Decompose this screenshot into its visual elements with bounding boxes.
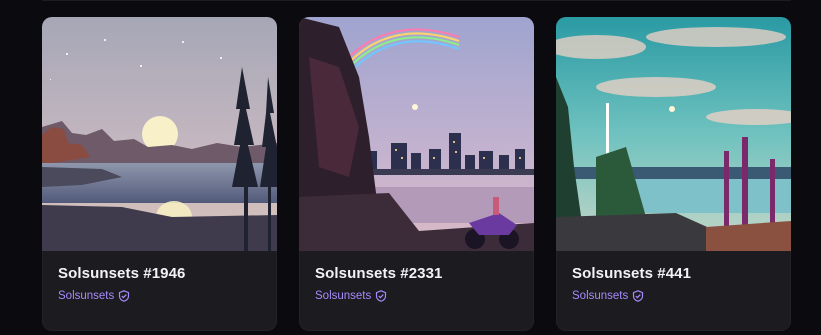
divider [42, 0, 791, 1]
collection-link[interactable]: Solsunsets [315, 290, 518, 302]
city-rainbow-art [299, 17, 534, 251]
verified-badge-icon [118, 290, 130, 302]
card-row: Solsunsets #1946 Solsunsets Solsunsets #… [42, 17, 791, 331]
nft-image-ruins-teal[interactable] [556, 17, 791, 251]
collection-name: Solsunsets [572, 290, 629, 302]
verified-badge-icon [375, 290, 387, 302]
collection-link[interactable]: Solsunsets [58, 290, 261, 302]
nft-image-sunset-lake[interactable] [42, 17, 277, 251]
nft-title[interactable]: Solsunsets #2331 [315, 265, 518, 282]
card-body: Solsunsets #441 Solsunsets [556, 251, 791, 302]
verified-badge-icon [632, 290, 644, 302]
nft-title[interactable]: Solsunsets #1946 [58, 265, 261, 282]
nft-card[interactable]: Solsunsets #2331 Solsunsets [299, 17, 534, 331]
collection-name: Solsunsets [58, 290, 115, 302]
collection-link[interactable]: Solsunsets [572, 290, 775, 302]
nft-card[interactable]: Solsunsets #441 Solsunsets [556, 17, 791, 331]
nft-gallery: Solsunsets #1946 Solsunsets Solsunsets #… [0, 0, 821, 335]
card-body: Solsunsets #2331 Solsunsets [299, 251, 534, 302]
nft-image-city-rainbow[interactable] [299, 17, 534, 251]
card-body: Solsunsets #1946 Solsunsets [42, 251, 277, 302]
nft-title[interactable]: Solsunsets #441 [572, 265, 775, 282]
ruins-teal-art [556, 17, 791, 251]
sunset-lake-art [42, 17, 277, 251]
collection-name: Solsunsets [315, 290, 372, 302]
nft-card[interactable]: Solsunsets #1946 Solsunsets [42, 17, 277, 331]
